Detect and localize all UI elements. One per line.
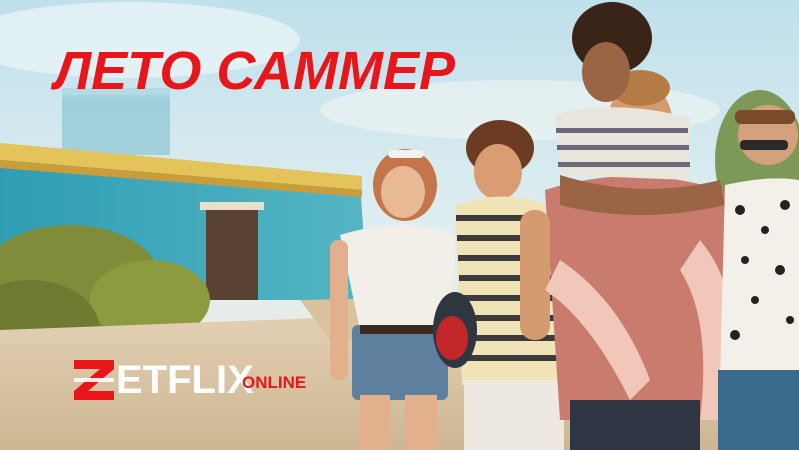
show-title: ЛЕТО САММЕР — [54, 41, 456, 101]
poster: ЛЕТО САММЕР ETFLIX ONLINE — [0, 0, 799, 450]
zetflix-logo[interactable]: ETFLIX ONLINE — [72, 356, 312, 404]
online-label: ONLINE — [242, 373, 307, 392]
zetflix-z-mark — [74, 360, 114, 400]
zetflix-wordmark: ETFLIX — [116, 358, 254, 402]
